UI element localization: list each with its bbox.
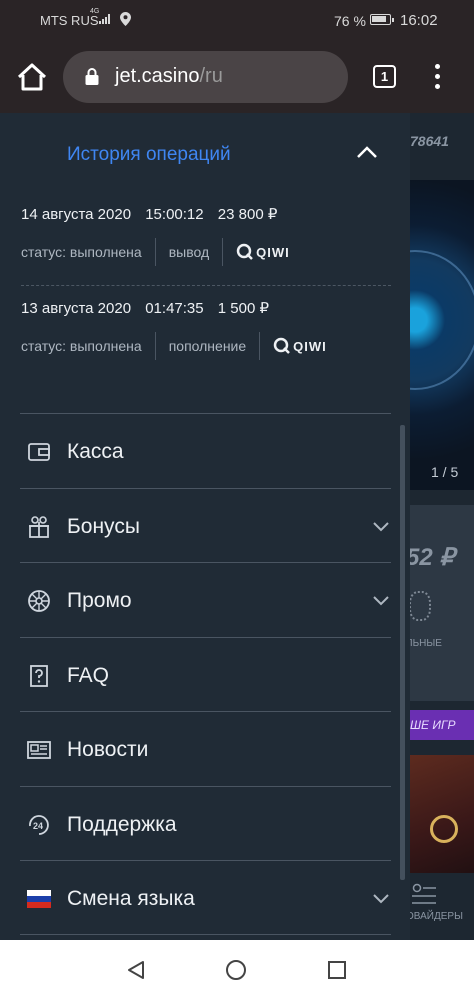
divider	[259, 332, 261, 360]
address-bar[interactable]: jet.casino/ru	[63, 51, 348, 103]
question-icon	[30, 664, 48, 687]
divider	[222, 238, 224, 266]
operation-item: 14 августа 2020 15:00:12 23 800 ₽ статус…	[21, 205, 391, 266]
menu-item-label: Смена языка	[67, 887, 195, 910]
background-page: 78641 1 / 5 52 ₽ ЛЬНЫЕ ШЕ ИГР ОВАЙДЕРЫ	[410, 113, 474, 940]
status-bar: MTS RUS 4G 76 % 16:02	[0, 0, 474, 40]
operation-meta: статус: выполнена вывод QIWI	[21, 235, 290, 269]
operation-date: 13 августа 2020	[21, 300, 132, 317]
battery-icon	[370, 14, 394, 25]
slider-pager: 1 / 5	[431, 464, 459, 480]
menu-item-bonuses[interactable]: Бонусы	[20, 487, 391, 563]
operation-type: вывод	[168, 244, 210, 260]
chevron-down-icon	[373, 596, 389, 606]
operation-summary: 14 августа 2020 15:00:12 23 800 ₽	[21, 205, 391, 223]
menu-item-kassa[interactable]: Касса	[20, 413, 391, 488]
network-type: 4G	[90, 8, 100, 15]
home-circle-icon[interactable]	[226, 960, 246, 980]
menu-item-promo[interactable]: Промо	[20, 562, 391, 637]
operation-date: 14 августа 2020	[21, 206, 132, 223]
menu-item-label: FAQ	[67, 663, 110, 687]
balance-panel: 52 ₽ ЛЬНЫЕ	[410, 505, 474, 701]
menu-item-support[interactable]: 24 Поддержка	[20, 785, 391, 861]
operation-meta: статус: выполнена пополнение QIWI	[21, 329, 327, 363]
qiwi-icon	[236, 243, 254, 260]
qiwi-logo: QIWI	[273, 337, 327, 355]
menu-item-label: Бонусы	[67, 514, 140, 538]
hero-slider-image[interactable]	[410, 180, 474, 490]
recent-apps-icon[interactable]	[328, 961, 346, 979]
hero-ring	[410, 250, 474, 390]
payment-method: QIWI	[293, 338, 327, 354]
carrier-label: MTS RUS	[40, 13, 99, 28]
wallet-icon	[28, 443, 50, 461]
chevron-down-icon	[373, 521, 389, 531]
url-path: /ru	[199, 65, 223, 87]
menu-item-label: Касса	[67, 440, 124, 463]
operation-summary: 13 августа 2020 01:47:35 1 500 ₽	[21, 299, 391, 317]
url-host: jet.casino	[115, 65, 200, 87]
svg-text:24: 24	[33, 821, 43, 831]
russian-flag-icon	[27, 890, 51, 908]
gift-icon	[29, 515, 49, 538]
overflow-menu-icon[interactable]	[428, 64, 446, 90]
menu-item-news[interactable]: Новости	[20, 711, 391, 786]
game-thumbnail[interactable]	[410, 755, 474, 873]
signal-icon	[99, 14, 110, 24]
side-drawer: История операций 14 августа 2020 15:00:1…	[0, 113, 410, 940]
drawer-scrollbar[interactable]	[400, 425, 405, 880]
chevron-down-icon	[373, 894, 389, 904]
menu-item-label: Поддержка	[67, 812, 177, 836]
qiwi-logo: QIWI	[236, 243, 290, 261]
account-id: 78641	[410, 133, 449, 149]
menu-item-label: Новости	[67, 738, 149, 761]
home-icon[interactable]	[16, 62, 48, 92]
menu-item-label: Промо	[67, 589, 132, 612]
balance-amount: 52 ₽	[410, 544, 455, 571]
divider	[154, 238, 156, 266]
operation-item: 13 августа 2020 01:47:35 1 500 ₽ статус:…	[21, 299, 391, 360]
category-label: ЛЬНЫЕ	[410, 638, 442, 649]
back-icon[interactable]	[126, 960, 146, 980]
providers-label: ОВАЙДЕРЫ	[410, 911, 463, 922]
history-title[interactable]: История операций	[67, 144, 231, 166]
dashed-separator	[21, 285, 391, 286]
category-icon	[410, 591, 431, 621]
more-games-banner[interactable]: ШЕ ИГР	[410, 710, 474, 740]
roulette-chip-icon	[430, 815, 458, 843]
operation-status: статус: выполнена	[21, 338, 142, 354]
newspaper-icon	[27, 741, 51, 759]
operation-time: 15:00:12	[145, 206, 204, 223]
providers-icon[interactable]	[412, 883, 436, 905]
menu-item-faq[interactable]: FAQ	[20, 636, 391, 712]
tab-switcher-button[interactable]: 1	[373, 65, 396, 88]
support-24-icon: 24	[29, 814, 49, 835]
operation-status: статус: выполнена	[21, 244, 142, 260]
battery-percent: 76 %	[334, 13, 366, 29]
lock-icon	[85, 68, 99, 85]
chevron-up-icon[interactable]	[356, 145, 378, 159]
url-text: jet.casino/ru	[115, 65, 223, 88]
operation-time: 01:47:35	[145, 300, 204, 317]
wheel-icon	[28, 590, 50, 612]
divider	[154, 332, 156, 360]
drawer-menu: Касса Бонусы Промо FAQ Новости 24 Поддер…	[20, 413, 391, 935]
operation-amount: 1 500 ₽	[217, 300, 270, 317]
browser-toolbar: jet.casino/ru 1	[0, 40, 474, 113]
operation-amount: 23 800 ₽	[217, 206, 278, 223]
payment-method: QIWI	[256, 244, 290, 260]
qiwi-icon	[273, 337, 291, 354]
navigation-bar	[0, 940, 474, 1000]
clock: 16:02	[400, 12, 438, 29]
menu-item-language[interactable]: Смена языка	[20, 860, 391, 935]
location-icon	[120, 12, 131, 26]
operation-type: пополнение	[168, 338, 247, 354]
